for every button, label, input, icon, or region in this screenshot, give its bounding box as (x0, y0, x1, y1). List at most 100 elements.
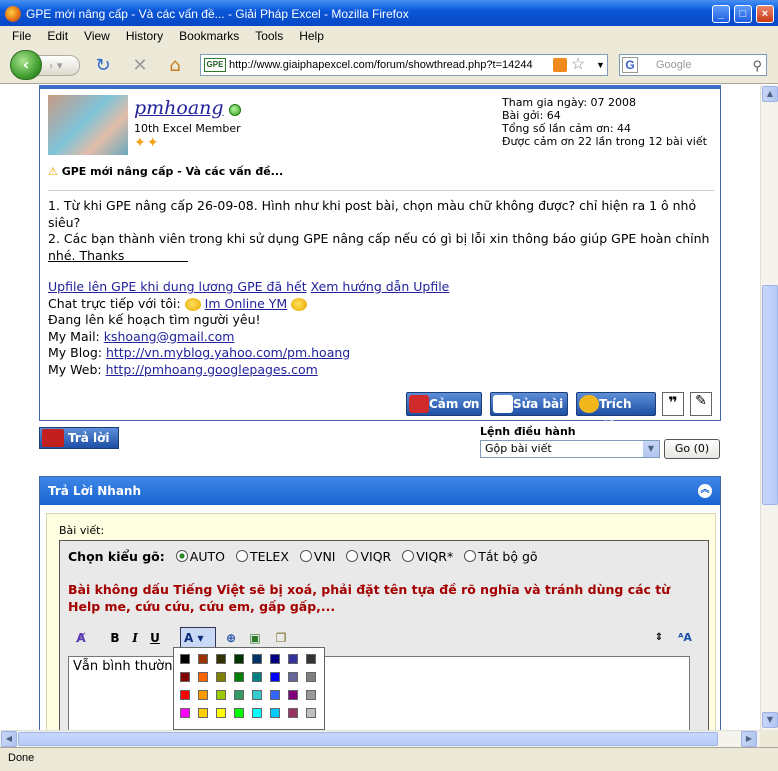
color-swatch[interactable] (216, 654, 226, 664)
maximize-button[interactable]: □ (734, 5, 752, 23)
mode-telex-radio[interactable] (235, 550, 248, 562)
remove-format-icon[interactable]: A̸ (72, 629, 90, 647)
mode-vni-radio[interactable] (299, 550, 312, 562)
resize-editor-icon[interactable]: ⇕ (650, 629, 668, 647)
quick-edit-icon[interactable]: ✎ (690, 392, 712, 416)
vertical-scroll-thumb[interactable] (762, 285, 778, 505)
color-swatch[interactable] (288, 654, 298, 664)
color-swatch[interactable] (198, 654, 208, 664)
color-swatch[interactable] (288, 708, 298, 718)
wrap-quote-icon[interactable]: ❐ (272, 629, 290, 647)
forward-button[interactable]: › ▾ (38, 55, 80, 76)
color-swatch[interactable] (270, 672, 280, 682)
web-link[interactable]: http://pmhoang.googlepages.com (106, 362, 318, 377)
reload-icon[interactable]: ↻ (92, 55, 114, 77)
switch-editor-mode-icon[interactable]: ᴬA (676, 629, 694, 647)
mode-viqr-radio[interactable] (346, 550, 359, 562)
menu-view[interactable]: View (76, 29, 118, 43)
edit-post-button[interactable]: Sửa bài (490, 392, 568, 416)
color-swatch[interactable] (234, 654, 244, 664)
color-swatch[interactable] (216, 690, 226, 700)
scroll-down-icon[interactable]: ▼ (762, 712, 778, 728)
color-swatch[interactable] (252, 690, 262, 700)
navigation-toolbar: › ▾ ‹ ↻ ✕ ⌂ GPE http://www.giaiphapexcel… (0, 46, 778, 84)
color-swatch[interactable] (198, 672, 208, 682)
chevron-down-icon[interactable]: ▼ (643, 441, 659, 457)
color-swatch[interactable] (270, 690, 280, 700)
menu-history[interactable]: History (118, 29, 171, 43)
color-swatch[interactable] (306, 672, 316, 682)
italic-button[interactable]: I (126, 629, 144, 647)
color-swatch[interactable] (270, 708, 280, 718)
color-swatch[interactable] (180, 672, 190, 682)
insert-link-icon[interactable]: ⊕ (222, 629, 240, 647)
google-icon[interactable]: G (622, 57, 638, 73)
thanks-button[interactable]: Cảm ơn (406, 392, 482, 416)
rss-icon[interactable] (553, 58, 567, 72)
text-color-button[interactable]: A ▾ (180, 627, 216, 649)
mail-label: My Mail: (48, 328, 100, 344)
search-icon[interactable]: ⚲ (752, 56, 762, 76)
blog-link[interactable]: http://vn.myblog.yahoo.com/pm.hoang (106, 345, 350, 360)
underline-button[interactable]: U (146, 629, 164, 647)
horizontal-scroll-thumb[interactable] (18, 732, 718, 746)
color-swatch[interactable] (306, 690, 316, 700)
color-swatch[interactable] (216, 672, 226, 682)
scroll-left-icon[interactable]: ◀ (1, 731, 17, 747)
mail-link[interactable]: kshoang@gmail.com (104, 329, 235, 344)
multiquote-icon[interactable]: ❞ (662, 392, 684, 416)
upfile-link[interactable]: Upfile lên GPE khi dung lương GPE đã hết (48, 279, 307, 294)
color-swatch[interactable] (288, 690, 298, 700)
color-swatch[interactable] (180, 690, 190, 700)
color-swatch[interactable] (288, 672, 298, 682)
message-textarea[interactable]: Vẫn bình thườn (68, 656, 690, 730)
moderation-select[interactable]: Gộp bài viết ▼ (480, 440, 660, 458)
insert-image-icon[interactable]: ▣ (246, 629, 264, 647)
post-count: Bài gởi: 64 (502, 109, 561, 122)
color-swatch[interactable] (198, 690, 208, 700)
back-button[interactable]: ‹ (10, 50, 42, 80)
close-button[interactable]: × (756, 5, 774, 23)
horizontal-scrollbar[interactable]: ◀ ▶ (0, 730, 760, 747)
mode-auto-label: AUTO (189, 549, 225, 564)
color-swatch[interactable] (234, 708, 244, 718)
color-swatch[interactable] (234, 672, 244, 682)
color-swatch[interactable] (252, 672, 262, 682)
stop-icon[interactable]: ✕ (129, 55, 151, 77)
url-dropdown-icon[interactable]: ▼ (596, 55, 605, 75)
ym-online-link[interactable]: Im Online YM (205, 296, 288, 311)
bold-button[interactable]: B (106, 629, 124, 647)
menu-tools[interactable]: Tools (247, 29, 291, 43)
reply-button[interactable]: Trả lời (39, 427, 119, 449)
search-input[interactable]: G Google ⚲ (619, 54, 767, 76)
color-swatch[interactable] (306, 708, 316, 718)
color-swatch[interactable] (216, 708, 226, 718)
go-button[interactable]: Go (0) (664, 439, 720, 459)
color-swatch[interactable] (270, 654, 280, 664)
menu-help[interactable]: Help (291, 29, 332, 43)
color-swatch[interactable] (252, 708, 262, 718)
minimize-button[interactable]: _ (712, 5, 730, 23)
color-swatch[interactable] (180, 654, 190, 664)
mode-auto-radio[interactable] (175, 550, 188, 562)
home-icon[interactable]: ⌂ (164, 55, 186, 77)
scroll-up-icon[interactable]: ▲ (762, 86, 778, 102)
scroll-right-icon[interactable]: ▶ (741, 731, 757, 747)
menu-bookmarks[interactable]: Bookmarks (171, 29, 247, 43)
color-swatch[interactable] (198, 708, 208, 718)
url-bar[interactable]: GPE http://www.giaiphapexcel.com/forum/s… (200, 54, 608, 76)
color-swatch[interactable] (306, 654, 316, 664)
menu-file[interactable]: File (4, 29, 39, 43)
color-swatch[interactable] (252, 654, 262, 664)
mode-off-radio[interactable] (464, 550, 477, 562)
mode-viqr-star-radio[interactable] (402, 550, 415, 562)
username-link[interactable]: pmhoang (134, 97, 224, 119)
color-swatch[interactable] (234, 690, 244, 700)
quote-button[interactable]: Trích dẫn (576, 392, 656, 433)
menu-edit[interactable]: Edit (39, 29, 76, 43)
collapse-icon[interactable]: ︽ (698, 484, 712, 498)
color-swatch[interactable] (180, 708, 190, 718)
upfile-guide-link[interactable]: Xem hướng dẫn Upfile (311, 279, 450, 294)
vertical-scrollbar[interactable]: ▲ ▼ (760, 85, 778, 730)
bookmark-star-icon[interactable]: ☆ (571, 55, 585, 75)
